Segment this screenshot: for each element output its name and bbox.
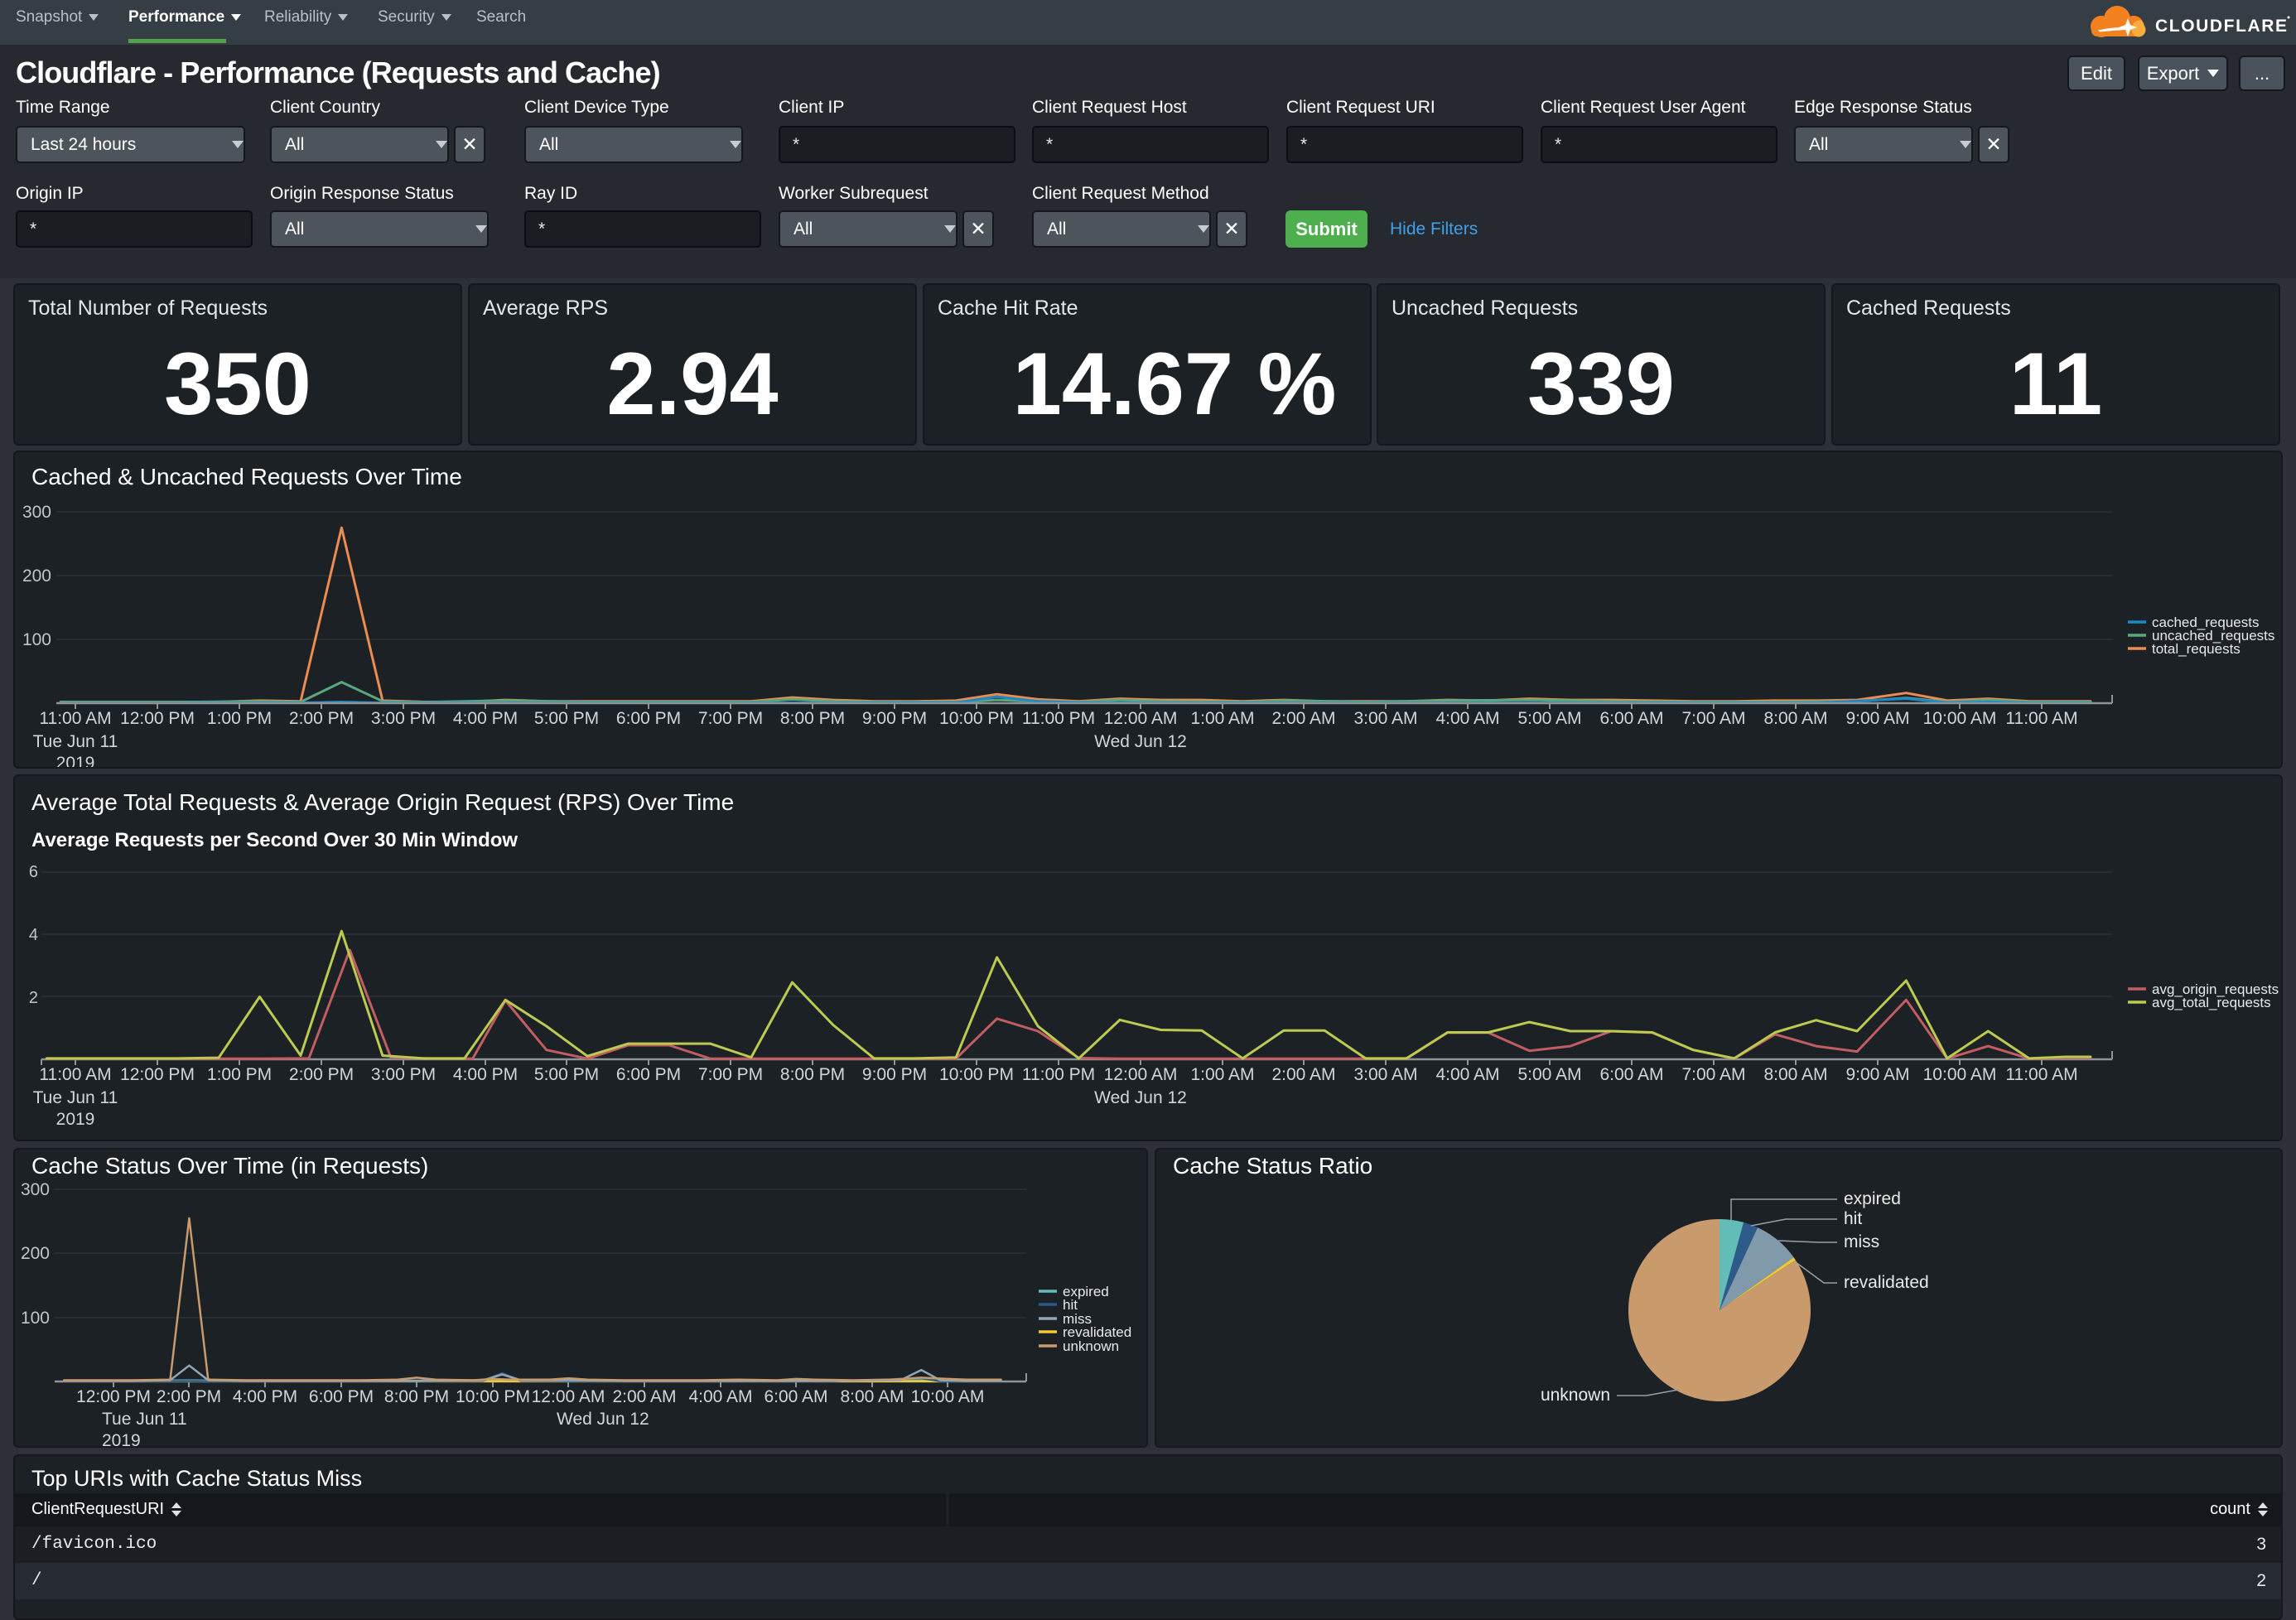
svg-text:200: 200 xyxy=(22,567,51,586)
svg-text:2019: 2019 xyxy=(102,1431,141,1448)
svg-text:11:00 PM: 11:00 PM xyxy=(1022,709,1095,728)
svg-text:8:00 PM: 8:00 PM xyxy=(780,709,845,728)
svg-text:11:00 AM: 11:00 AM xyxy=(2005,1065,2077,1084)
svg-text:5:00 AM: 5:00 AM xyxy=(1517,709,1581,728)
svg-text:2019: 2019 xyxy=(56,1110,95,1129)
svg-text:Wed Jun 12: Wed Jun 12 xyxy=(1094,1088,1187,1107)
svg-text:10:00 PM: 10:00 PM xyxy=(456,1387,530,1406)
svg-text:6:00 PM: 6:00 PM xyxy=(309,1387,374,1406)
svg-text:1:00 AM: 1:00 AM xyxy=(1190,709,1254,728)
svg-text:5:00 PM: 5:00 PM xyxy=(534,709,599,728)
svg-text:9:00 PM: 9:00 PM xyxy=(862,1065,927,1084)
svg-text:2019: 2019 xyxy=(56,754,95,769)
svg-text:9:00 AM: 9:00 AM xyxy=(1845,1065,1909,1084)
svg-text:11:00 AM: 11:00 AM xyxy=(2005,709,2077,728)
svg-text:12:00 PM: 12:00 PM xyxy=(76,1387,151,1406)
svg-text:expired: expired xyxy=(1844,1189,1901,1208)
svg-text:6: 6 xyxy=(29,863,38,881)
svg-text:4:00 PM: 4:00 PM xyxy=(453,1065,518,1084)
svg-text:4:00 AM: 4:00 AM xyxy=(1435,1065,1499,1084)
svg-text:6:00 AM: 6:00 AM xyxy=(764,1387,827,1406)
svg-text:4:00 PM: 4:00 PM xyxy=(233,1387,297,1406)
svg-text:300: 300 xyxy=(21,1180,50,1199)
svg-text:2:00 PM: 2:00 PM xyxy=(157,1387,221,1406)
svg-text:7:00 AM: 7:00 AM xyxy=(1681,1065,1745,1084)
svg-text:Wed Jun 12: Wed Jun 12 xyxy=(1094,732,1187,751)
svg-text:2:00 AM: 2:00 AM xyxy=(1271,1065,1335,1084)
svg-text:200: 200 xyxy=(21,1244,50,1263)
svg-text:9:00 AM: 9:00 AM xyxy=(1845,709,1909,728)
svg-text:10:00 AM: 10:00 AM xyxy=(1923,709,1997,728)
svg-text:6:00 AM: 6:00 AM xyxy=(1599,1065,1663,1084)
svg-text:10:00 PM: 10:00 PM xyxy=(939,709,1014,728)
svg-text:12:00 AM: 12:00 AM xyxy=(1104,709,1178,728)
svg-text:Cached & Uncached Requests Ove: Cached & Uncached Requests Over Time xyxy=(31,464,462,489)
svg-text:1:00 AM: 1:00 AM xyxy=(1190,1065,1254,1084)
svg-text:1:00 PM: 1:00 PM xyxy=(207,709,272,728)
svg-text:3:00 AM: 3:00 AM xyxy=(1353,709,1417,728)
svg-text:8:00 AM: 8:00 AM xyxy=(840,1387,904,1406)
svg-text:1:00 PM: 1:00 PM xyxy=(207,1065,272,1084)
svg-text:total_requests: total_requests xyxy=(2152,641,2241,657)
svg-text:5:00 PM: 5:00 PM xyxy=(534,1065,599,1084)
svg-text:5:00 AM: 5:00 AM xyxy=(1517,1065,1581,1084)
svg-text:8:00 AM: 8:00 AM xyxy=(1763,1065,1827,1084)
svg-text:Tue Jun 11: Tue Jun 11 xyxy=(33,732,118,751)
svg-text:100: 100 xyxy=(21,1309,50,1328)
svg-text:12:00 PM: 12:00 PM xyxy=(120,1065,195,1084)
svg-text:4:00 AM: 4:00 AM xyxy=(1435,709,1499,728)
svg-text:7:00 AM: 7:00 AM xyxy=(1681,709,1745,728)
svg-text:10:00 PM: 10:00 PM xyxy=(939,1065,1014,1084)
svg-text:4:00 PM: 4:00 PM xyxy=(453,709,518,728)
svg-text:3:00 PM: 3:00 PM xyxy=(371,1065,436,1084)
svg-text:3:00 AM: 3:00 AM xyxy=(1353,1065,1417,1084)
svg-text:unknown: unknown xyxy=(1063,1338,1119,1354)
svg-text:9:00 PM: 9:00 PM xyxy=(862,709,927,728)
svg-text:11:00 PM: 11:00 PM xyxy=(1022,1065,1095,1084)
svg-text:CLOUDFLARE: CLOUDFLARE xyxy=(2155,17,2289,36)
svg-text:unknown: unknown xyxy=(1541,1386,1610,1405)
svg-text:12:00 AM: 12:00 AM xyxy=(1104,1065,1178,1084)
svg-text:8:00 PM: 8:00 PM xyxy=(780,1065,845,1084)
svg-text:2:00 AM: 2:00 AM xyxy=(612,1387,676,1406)
svg-text:Cache Status Over Time (in Req: Cache Status Over Time (in Requests) xyxy=(31,1153,428,1179)
svg-text:Cache Status Ratio: Cache Status Ratio xyxy=(1173,1153,1372,1179)
svg-text:2:00 PM: 2:00 PM xyxy=(289,1065,354,1084)
svg-text:8:00 AM: 8:00 AM xyxy=(1763,709,1827,728)
svg-text:miss: miss xyxy=(1844,1232,1879,1251)
svg-text:Tue Jun 11: Tue Jun 11 xyxy=(102,1410,187,1429)
svg-text:2: 2 xyxy=(29,989,38,1007)
svg-text:300: 300 xyxy=(22,503,51,522)
svg-text:12:00 PM: 12:00 PM xyxy=(120,709,195,728)
svg-text:avg_total_requests: avg_total_requests xyxy=(2152,995,2271,1010)
svg-text:2:00 PM: 2:00 PM xyxy=(289,709,354,728)
svg-text:4: 4 xyxy=(29,926,38,944)
svg-text:3:00 PM: 3:00 PM xyxy=(371,709,436,728)
svg-text:100: 100 xyxy=(22,630,51,649)
svg-text:revalidated: revalidated xyxy=(1844,1273,1929,1292)
svg-text:Tue Jun 11: Tue Jun 11 xyxy=(33,1088,118,1107)
svg-text:2:00 AM: 2:00 AM xyxy=(1271,709,1335,728)
svg-text:11:00 AM: 11:00 AM xyxy=(39,1065,111,1084)
svg-text:4:00 AM: 4:00 AM xyxy=(688,1387,752,1406)
svg-text:6:00 PM: 6:00 PM xyxy=(616,1065,681,1084)
svg-text:Average Requests per Second Ov: Average Requests per Second Over 30 Min … xyxy=(31,829,518,851)
svg-text:6:00 PM: 6:00 PM xyxy=(616,709,681,728)
svg-text:hit: hit xyxy=(1844,1209,1862,1228)
svg-text:8:00 PM: 8:00 PM xyxy=(384,1387,449,1406)
svg-text:10:00 AM: 10:00 AM xyxy=(911,1387,985,1406)
svg-text:6:00 AM: 6:00 AM xyxy=(1599,709,1663,728)
svg-text:7:00 PM: 7:00 PM xyxy=(698,709,763,728)
svg-text:12:00 AM: 12:00 AM xyxy=(532,1387,605,1406)
svg-text:11:00 AM: 11:00 AM xyxy=(39,709,111,728)
svg-text:10:00 AM: 10:00 AM xyxy=(1923,1065,1997,1084)
svg-text:Average Total Requests & Avera: Average Total Requests & Average Origin … xyxy=(31,789,734,815)
svg-text:Wed Jun 12: Wed Jun 12 xyxy=(557,1410,649,1429)
svg-text:7:00 PM: 7:00 PM xyxy=(698,1065,763,1084)
